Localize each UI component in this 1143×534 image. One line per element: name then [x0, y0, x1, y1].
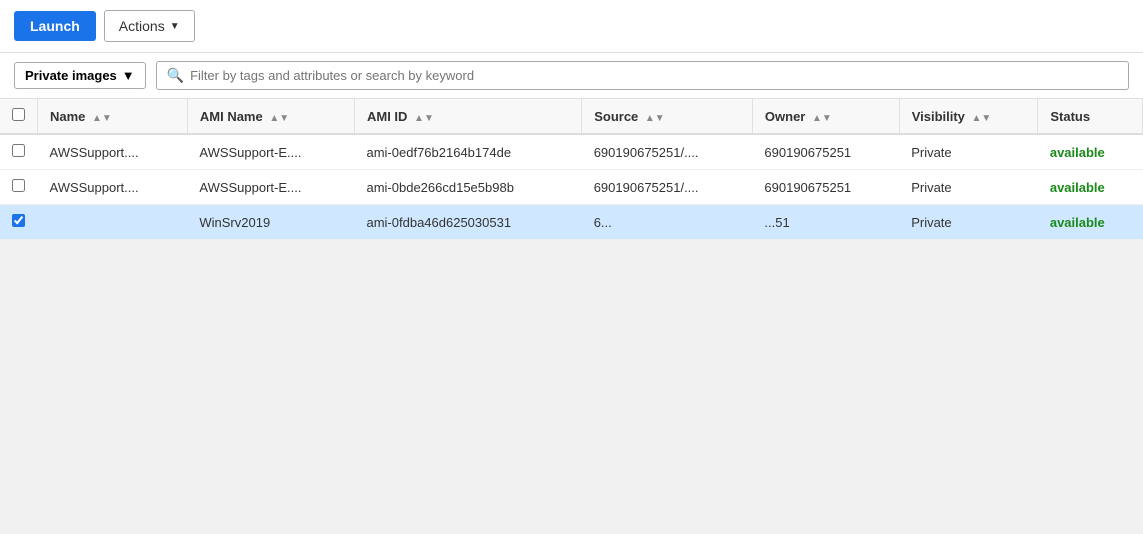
col-header-owner[interactable]: Owner ▲▼ [752, 99, 899, 134]
table-row[interactable]: AWSSupport.... AWSSupport-E.... ami-0bde… [0, 170, 1143, 205]
private-images-dropdown[interactable]: Private images ▼ [14, 62, 146, 89]
row-checkbox[interactable] [12, 144, 25, 157]
cell-source: 6... [582, 205, 753, 240]
sort-icon-owner: ▲▼ [812, 113, 832, 124]
table-header-row: Name ▲▼ AMI Name ▲▼ AMI ID ▲▼ Source ▲▼ … [0, 99, 1143, 134]
sort-icon-visibility: ▲▼ [972, 113, 992, 124]
col-header-status[interactable]: Status [1038, 99, 1143, 134]
cell-status: available [1038, 170, 1143, 205]
cell-source: 690190675251/.... [582, 134, 753, 170]
sort-icon-source: ▲▼ [645, 113, 665, 124]
private-images-label: Private images [25, 68, 117, 83]
row-checkbox-cell[interactable] [0, 170, 38, 205]
cell-name: AWSSupport.... [38, 170, 188, 205]
col-header-ami-id[interactable]: AMI ID ▲▼ [354, 99, 581, 134]
row-checkbox-cell[interactable] [0, 205, 38, 240]
col-header-source[interactable]: Source ▲▼ [582, 99, 753, 134]
cell-ami-name: AWSSupport-E.... [187, 134, 354, 170]
search-input[interactable] [190, 68, 1118, 83]
sort-icon-ami-id: ▲▼ [414, 113, 434, 124]
cell-ami-name: WinSrv2019 [187, 205, 354, 240]
cell-ami-id: ami-0bde266cd15e5b98b [354, 170, 581, 205]
ami-table: Name ▲▼ AMI Name ▲▼ AMI ID ▲▼ Source ▲▼ … [0, 99, 1143, 240]
cell-owner: 690190675251 [752, 134, 899, 170]
row-checkbox[interactable] [12, 179, 25, 192]
cell-owner: 690190675251 [752, 170, 899, 205]
filter-bar: Private images ▼ 🔍 [0, 53, 1143, 99]
cell-visibility: Private [899, 170, 1038, 205]
actions-button[interactable]: Actions ▼ [104, 10, 195, 42]
select-all-checkbox-header[interactable] [0, 99, 38, 134]
table-row[interactable]: AWSSupport.... AWSSupport-E.... ami-0edf… [0, 134, 1143, 170]
cell-status: available [1038, 134, 1143, 170]
chevron-down-icon: ▼ [122, 68, 135, 83]
cell-status: available [1038, 205, 1143, 240]
cell-visibility: Private [899, 134, 1038, 170]
cell-visibility: Private [899, 205, 1038, 240]
col-header-visibility[interactable]: Visibility ▲▼ [899, 99, 1038, 134]
select-all-checkbox[interactable] [12, 108, 25, 121]
cell-ami-id: ami-0fdba46d625030531 [354, 205, 581, 240]
row-checkbox[interactable] [12, 214, 25, 227]
actions-label: Actions [119, 18, 165, 34]
cell-ami-name: AWSSupport-E.... [187, 170, 354, 205]
launch-button[interactable]: Launch [14, 11, 96, 41]
chevron-down-icon: ▼ [170, 21, 180, 32]
toolbar: Launch Actions ▼ [0, 0, 1143, 53]
cell-ami-id: ami-0edf76b2164b174de [354, 134, 581, 170]
row-checkbox-cell[interactable] [0, 134, 38, 170]
table-row[interactable]: WinSrv2019 ami-0fdba46d625030531 6... ..… [0, 205, 1143, 240]
cell-name [38, 205, 188, 240]
search-icon: 🔍 [167, 67, 184, 84]
cell-owner: ...51 [752, 205, 899, 240]
col-header-ami-name[interactable]: AMI Name ▲▼ [187, 99, 354, 134]
sort-icon-name: ▲▼ [92, 113, 112, 124]
search-box: 🔍 [156, 61, 1129, 90]
sort-icon-ami-name: ▲▼ [269, 113, 289, 124]
col-header-name[interactable]: Name ▲▼ [38, 99, 188, 134]
cell-source: 690190675251/.... [582, 170, 753, 205]
table-container: Name ▲▼ AMI Name ▲▼ AMI ID ▲▼ Source ▲▼ … [0, 99, 1143, 240]
cell-name: AWSSupport.... [38, 134, 188, 170]
